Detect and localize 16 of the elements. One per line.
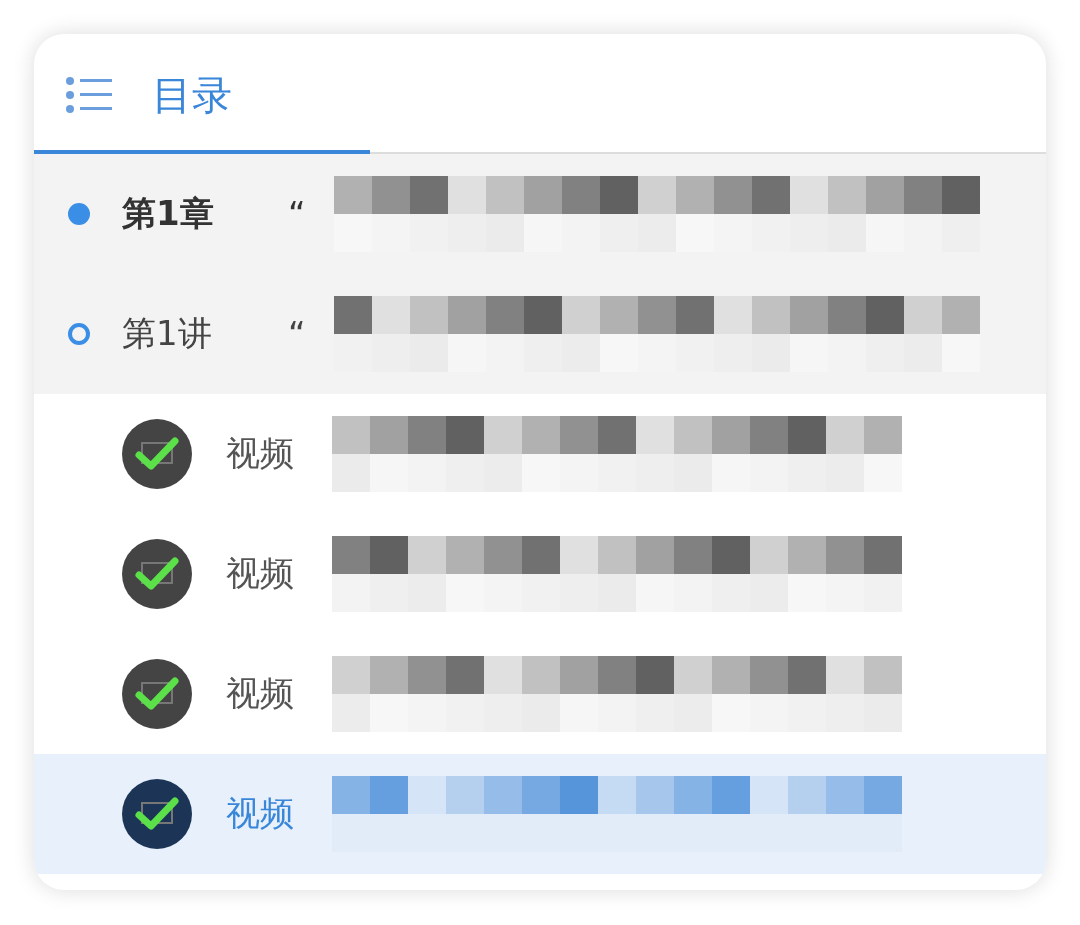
video-title: 视频 [226, 672, 295, 715]
video-item[interactable]: 视频 [34, 514, 1046, 634]
lesson-number: 第1讲 [122, 312, 213, 355]
lesson-row[interactable]: 第1讲 “ [34, 274, 1046, 394]
list-icon [64, 75, 112, 115]
video-item[interactable]: 视频 [34, 634, 1046, 754]
chapter-row[interactable]: 第1章 “ [34, 154, 1046, 274]
bullet-icon [68, 203, 90, 225]
chapter-number: 第1章 [122, 192, 215, 235]
video-title: 视频 [226, 432, 295, 475]
video-title: 视频 [226, 792, 295, 835]
video-item[interactable]: 视频 [34, 394, 1046, 514]
lesson-title: “ [288, 314, 307, 354]
circle-icon [68, 323, 90, 345]
chapter-title: “ [288, 194, 307, 234]
video-title: 视频 [226, 552, 295, 595]
